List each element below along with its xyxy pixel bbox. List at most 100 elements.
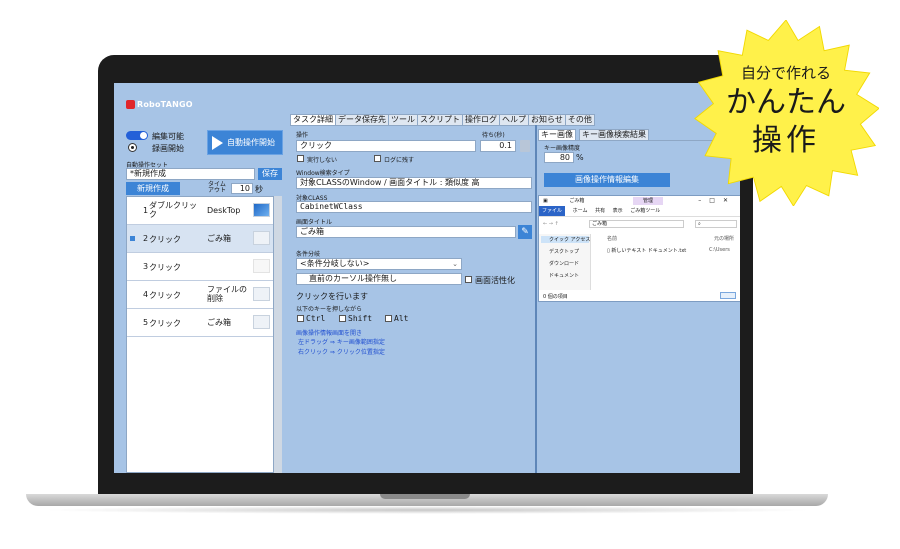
screen-title-label: 画面タイトル [296, 219, 333, 226]
column-location: 元の場所 [714, 236, 735, 242]
alt-label: Alt [394, 314, 409, 323]
step-action: クリック [149, 235, 181, 244]
new-set-button[interactable]: 新規作成 [126, 182, 180, 195]
app-window: RoboTANGO 編集可能 録画開始 自動操作開始 自動操作セット *新規作成… [114, 83, 740, 473]
timeout-label-line2: アウト [208, 187, 227, 194]
step-thumbnail [253, 315, 270, 329]
timeout-input[interactable]: 10 [231, 183, 253, 194]
laptop-shadow [40, 506, 815, 514]
nav-arrows-icon: ← → ↑ [543, 221, 559, 227]
branch-select[interactable]: <条件分岐しない> ⌄ [296, 258, 462, 270]
edit-toggle[interactable] [126, 131, 148, 140]
nav-quick-access: クイック アクセス [541, 236, 590, 243]
promo-badge: 自分で作れる かんたん 操作 [693, 20, 879, 206]
explorer-addressbar: ← → ↑ ごみ箱 ⌕ [539, 218, 740, 230]
edit-image-info-button[interactable]: 画像操作情報編集 [544, 173, 670, 187]
step-row[interactable]: 3 クリック [127, 253, 273, 281]
timeout-label: タイム アウト [208, 182, 226, 194]
nav-downloads: ダウンロード [549, 261, 580, 267]
ribbon-home-tab: ホーム [572, 208, 588, 214]
step-action: クリック [149, 319, 181, 328]
play-icon [212, 135, 223, 150]
step-target: ごみ箱 [207, 318, 231, 327]
step-number: 3 [143, 262, 149, 271]
screen-active-checkbox[interactable] [465, 276, 472, 283]
step-target: ファイルの削除 [207, 285, 247, 303]
file-row: ▯ 新しいテキスト ドキュメント.txt [607, 247, 686, 254]
branch-label: 条件分岐 [296, 251, 321, 258]
screen-title-field[interactable]: ごみ箱 [296, 226, 516, 238]
step-action: クリック [149, 263, 181, 272]
log-label: ログに残す [384, 157, 415, 164]
accuracy-label: キー画像精度 [544, 145, 581, 152]
explorer-ribbon: ファイル ホーム 共有 表示 ごみ箱ツール [539, 206, 740, 217]
step-number: 4 [143, 290, 149, 299]
step-target: DeskTop [207, 206, 241, 215]
hint-right-click: 右クリック ⇒ クリック位置指定 [298, 349, 385, 356]
file-location: C:\Users [709, 247, 730, 253]
window-search-field[interactable]: 対象CLASSのWindow / 画面タイトル : 類似度 高 [296, 177, 532, 189]
accuracy-unit: % [576, 153, 584, 162]
no-exec-checkbox[interactable] [297, 155, 304, 162]
step-target: ごみ箱 [207, 234, 231, 243]
target-class-field[interactable]: CabinetWClass [296, 201, 532, 213]
auto-run-button[interactable]: 自動操作開始 [207, 130, 283, 155]
ribbon-tools-tab: ごみ箱ツール [630, 208, 661, 214]
explorer-search-field: ⌕ [695, 220, 737, 228]
ctrl-checkbox[interactable] [297, 315, 304, 322]
step-number: 2 [143, 234, 149, 243]
shift-label: Shift [348, 314, 373, 323]
ribbon-view-tab: 表示 [612, 208, 623, 214]
operation-field[interactable]: クリック [296, 140, 476, 152]
no-exec-label: 実行しない [307, 157, 338, 164]
explorer-status: 0 個の項目 [543, 294, 568, 300]
ribbon-share-tab: 共有 [595, 208, 606, 214]
record-radio[interactable] [128, 143, 137, 152]
wait-seconds-input[interactable]: 0.1 [480, 140, 516, 152]
step-row[interactable]: 2 クリック ごみ箱 [127, 225, 273, 253]
step-thumbnail [253, 287, 270, 301]
edit-toggle-label: 編集可能 [152, 132, 184, 141]
app-logo: RoboTANGO [126, 100, 193, 109]
badge-line-1: 自分で作れる [740, 64, 831, 82]
shift-checkbox[interactable] [339, 315, 346, 322]
nav-desktop: デスクトップ [549, 249, 580, 255]
step-list-scrollbar[interactable] [274, 196, 282, 473]
selected-marker [130, 236, 135, 241]
log-checkbox[interactable] [374, 155, 381, 162]
recycle-bin-preview: ▣ ごみ箱 管理 –□✕ ファイル ホーム 共有 表示 ごみ箱ツール ← → ↑… [538, 195, 740, 302]
prev-cursor-field[interactable]: 直前のカーソル操作無し [296, 273, 462, 285]
alt-checkbox[interactable] [385, 315, 392, 322]
tab-other[interactable]: その他 [564, 114, 595, 126]
step-row[interactable]: 5 クリック ごみ箱 [127, 309, 273, 337]
step-thumbnail [253, 231, 270, 245]
column-name: 名前 [607, 236, 618, 242]
timeout-unit: 秒 [255, 185, 263, 194]
badge-line-2: かんたん [726, 85, 846, 120]
view-toggle-icon [720, 292, 736, 299]
save-button[interactable]: 保存 [258, 168, 282, 180]
step-row[interactable]: 1 ダブルクリック DeskTop [127, 197, 273, 225]
file-name: 新しいテキスト ドキュメント.txt [611, 248, 687, 254]
click-desc: クリックを行います [296, 292, 368, 301]
step-thumbnail [253, 203, 270, 217]
accuracy-input[interactable]: 80 [544, 152, 574, 163]
set-name-field[interactable]: *新規作成 [126, 168, 255, 180]
screen-active-label: 画面活性化 [475, 276, 515, 285]
trash-icon[interactable] [520, 140, 530, 152]
chevron-down-icon: ⌄ [452, 260, 458, 268]
step-list: 1 ダブルクリック DeskTop 2 クリック ごみ箱 3 クリック 4 クリ… [126, 196, 274, 473]
explorer-address-field: ごみ箱 [589, 220, 684, 228]
nav-documents: ドキュメント [549, 273, 580, 279]
step-row[interactable]: 4 クリック ファイルの削除 [127, 281, 273, 309]
operation-label: 操作 [296, 132, 309, 139]
robotango-logo-icon [126, 100, 135, 109]
keys-label: 以下のキーを押しながら [296, 306, 363, 313]
tab-notice[interactable]: お知らせ [528, 114, 566, 126]
hint-left-drag: 左ドラッグ ⇒ キー画像範囲指定 [298, 339, 385, 346]
pencil-icon[interactable]: ✎ [518, 225, 532, 239]
hint-open-screen: 画像操作情報画面を開き [296, 330, 363, 337]
logo-text: RoboTANGO [137, 100, 193, 109]
wait-label: 待ち(秒) [482, 132, 505, 139]
explorer-title: ごみ箱 [569, 198, 585, 204]
